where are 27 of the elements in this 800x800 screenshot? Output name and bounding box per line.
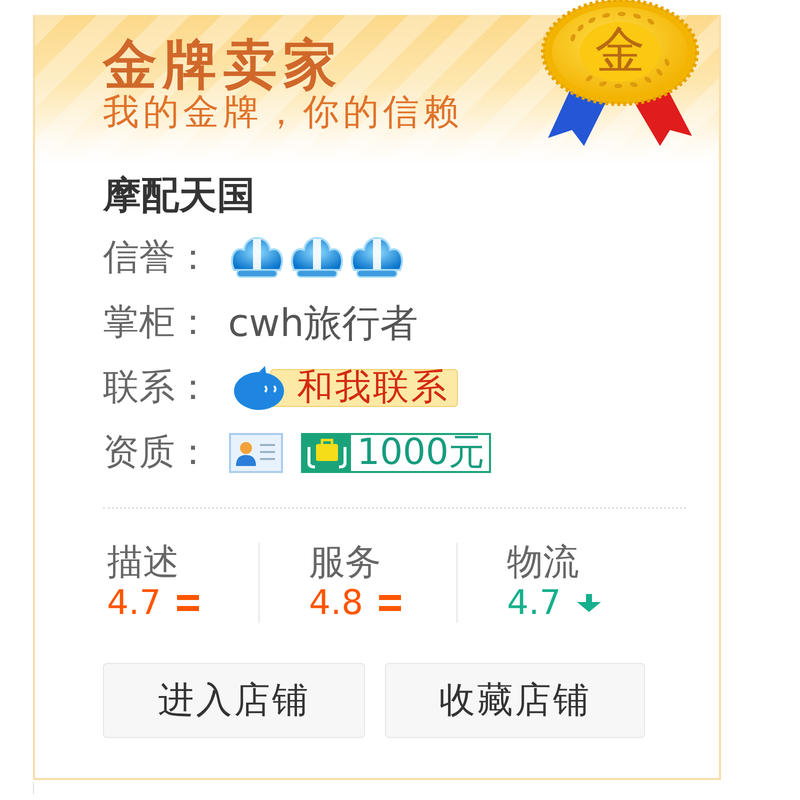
score-value: 4.8 [309, 583, 364, 623]
crown-icon [288, 236, 346, 280]
banner-title: 金牌卖家 [103, 37, 343, 93]
contact-button[interactable]: 和我联系 [270, 368, 458, 406]
shop-name: 摩配天国 [103, 173, 255, 217]
down-arrow-icon [577, 594, 602, 612]
field-label: 掌柜： [103, 300, 212, 344]
equal-icon [177, 595, 200, 611]
medal-label: 金 [594, 22, 646, 78]
crown-icon [348, 236, 406, 280]
score-label: 物流 [507, 543, 579, 583]
score-label: 服务 [309, 543, 381, 583]
score-label: 描述 [107, 543, 179, 583]
deposit-amount: 1000元 [356, 434, 486, 470]
medal-icon [540, 0, 700, 148]
field-label: 资质： [103, 430, 212, 474]
score-value: 4.7 [107, 583, 162, 623]
field-label: 信誉： [103, 236, 212, 280]
score-value: 4.7 [507, 583, 562, 623]
crown-icon [228, 236, 286, 280]
equal-icon [379, 595, 402, 611]
owner-name: cwh旅行者 [228, 300, 418, 344]
field-label: 联系： [103, 366, 212, 410]
enter-shop-button[interactable]: 进入店铺 [103, 663, 365, 738]
id-card-icon [229, 432, 283, 472]
favorite-shop-button[interactable]: 收藏店铺 [385, 663, 645, 738]
banner-subtitle: 我的金牌，你的信赖 [103, 93, 463, 133]
